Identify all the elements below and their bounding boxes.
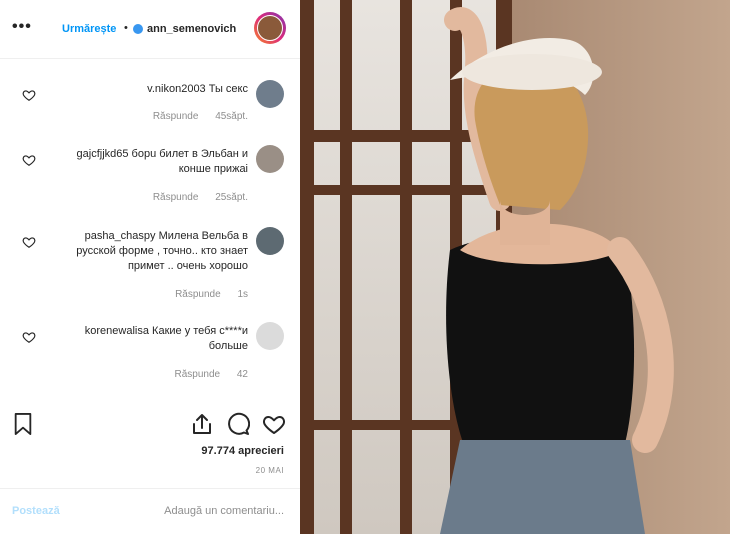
author-avatar[interactable] <box>254 12 286 44</box>
comment-input[interactable]: Adaugă un comentariu... <box>164 505 284 517</box>
reply-link[interactable]: Răspunde <box>175 369 221 380</box>
comment-avatar[interactable] <box>256 145 284 173</box>
comment-meta: Răspunde 45săpt. <box>139 111 248 122</box>
verified-badge-icon <box>133 24 143 34</box>
post-username[interactable]: ann_semenovich <box>147 23 236 35</box>
more-horizontal-icon[interactable]: ••• <box>12 18 32 36</box>
comment-composer: Postează Adaugă un comentariu... <box>0 488 300 535</box>
post-date: 20 MAI <box>255 466 284 475</box>
reply-link[interactable]: Răspunde <box>153 192 199 203</box>
comment-avatar[interactable] <box>256 80 284 108</box>
share-icon[interactable] <box>190 412 214 436</box>
comment-item: v.nikon2003 Ты секс Răspunde 45săpt. <box>0 78 300 134</box>
photo-illustration <box>300 0 730 534</box>
heart-icon[interactable] <box>22 235 36 249</box>
comment-meta: Răspunde 42 <box>161 369 249 380</box>
post-header: ••• Urmărește • ann_semenovich <box>0 0 300 59</box>
comment-icon[interactable] <box>226 412 250 436</box>
comment-item: gajcfjjkd65 борu билет в Эльбан и конше … <box>0 143 300 213</box>
comment-meta: Răspunde 1s <box>161 289 248 300</box>
comment-time: 1s <box>237 289 248 300</box>
comment-avatar[interactable] <box>256 322 284 350</box>
heart-icon[interactable] <box>22 88 36 102</box>
comment-time: 42 <box>236 369 248 380</box>
likes-count[interactable]: 97.774 aprecieri <box>201 445 284 457</box>
heart-icon[interactable] <box>262 412 286 436</box>
comment-meta: Răspunde 25săpt. <box>139 192 248 203</box>
post-sidebar: ••• Urmărește • ann_semenovich v.nikon20… <box>0 0 300 534</box>
heart-icon[interactable] <box>22 330 36 344</box>
comment-item: pasha_chaspy Милена Вельба в русской фор… <box>0 225 300 309</box>
heart-icon[interactable] <box>22 153 36 167</box>
bookmark-icon[interactable] <box>12 412 34 436</box>
comment-time: 45săpt. <box>215 111 248 122</box>
follow-button[interactable]: Urmărește <box>62 23 116 35</box>
comment-text: gajcfjjkd65 борu билет в Эльбан и конше … <box>76 148 248 175</box>
comment-text: pasha_chaspy Милена Вельба в русской фор… <box>76 230 248 272</box>
reply-link[interactable]: Răspunde <box>153 111 199 122</box>
comment-time: 25săpt. <box>215 192 248 203</box>
comment-text: v.nikon2003 Ты секс <box>147 83 248 95</box>
header-separator: • <box>124 22 128 34</box>
comment-item: korenewalisa Какие у тебя с****и больше … <box>0 322 300 388</box>
comment-text: korenewalisa Какие у тебя с****и больше <box>84 325 248 352</box>
reply-link[interactable]: Răspunde <box>175 289 221 300</box>
post-photo <box>300 0 730 534</box>
comment-avatar[interactable] <box>256 227 284 255</box>
post-comment-button[interactable]: Postează <box>12 505 60 517</box>
post-actions <box>0 400 300 448</box>
